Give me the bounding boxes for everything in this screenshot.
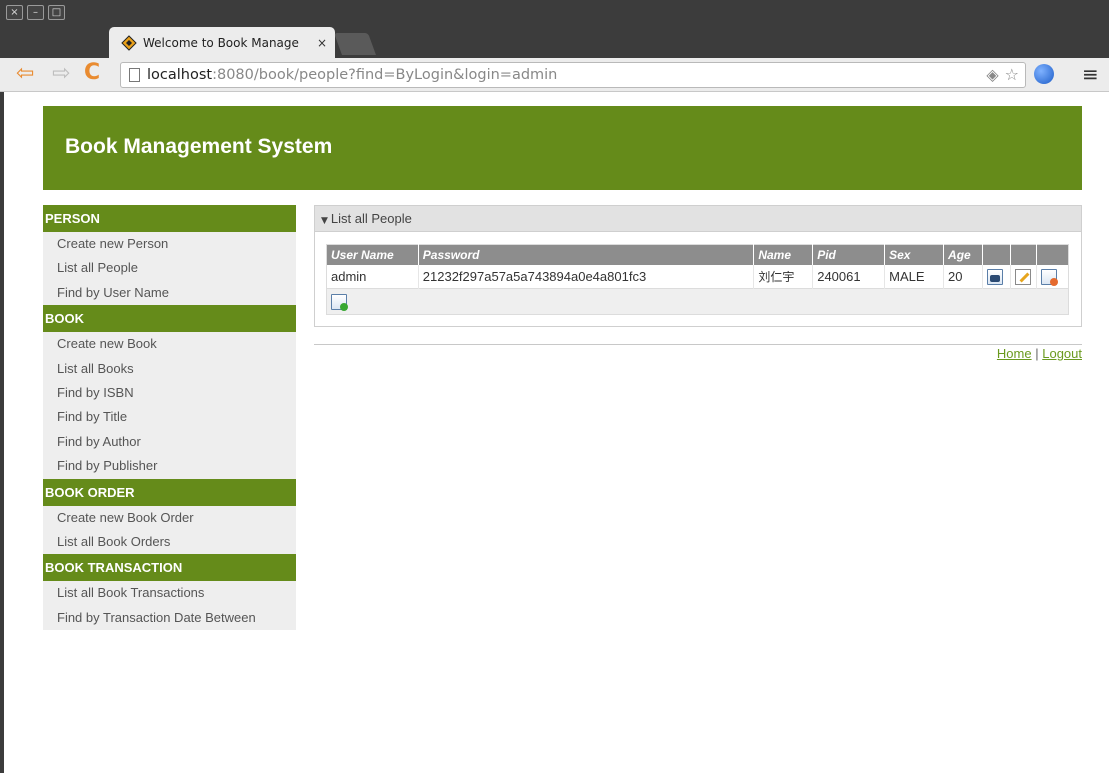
window-minimize-button[interactable]: – [27,5,44,20]
browser-tab[interactable]: Welcome to Book Manage × [109,27,335,58]
footer-links: Home | Logout [997,346,1082,361]
edit-person-icon[interactable] [1014,268,1031,285]
globe-icon[interactable] [1034,64,1054,84]
menu-item-create-book[interactable]: Create new Book [43,332,296,357]
column-header: Password [417,244,754,265]
cell-password: 21232f297a57a5a743894a0e4a801fc3 [417,264,754,289]
new-tab-button[interactable] [333,33,377,55]
menu-item-create-book-order[interactable]: Create new Book Order [43,505,296,530]
back-arrow-icon[interactable]: ⇦ [16,62,34,86]
sidebar-menu: PERSON Create new Person List all People… [43,205,296,631]
extension-icon[interactable]: ◈ [986,66,998,84]
column-header: Name [753,244,813,265]
cell-user-name: admin [331,268,367,284]
menu-item-list-people[interactable]: List all People [43,256,296,281]
menu-item-find-by-isbn[interactable]: Find by ISBN [43,380,296,406]
url-text: localhost:8080/book/people?find=ByLogin&… [147,67,557,83]
column-header: Pid [812,244,885,265]
show-person-icon[interactable] [987,268,1003,285]
table-row: admin 21232f297a57a5a743894a0e4a801fc3 刘… [327,264,1069,289]
menu-item-find-by-user-name[interactable]: Find by User Name [43,280,296,306]
collapse-triangle-icon[interactable]: ▼ [321,216,328,226]
add-person-icon[interactable] [331,293,348,311]
table-header-row: User Name Password Name Pid Sex Age [326,244,1069,265]
column-header: User Name [326,244,419,265]
logout-link[interactable]: Logout [1042,346,1082,361]
browser-menu-icon[interactable]: ≡ [1082,62,1099,86]
people-table-wrapper: User Name Password Name Pid Sex Age admi… [326,244,1069,315]
column-header-blank [1009,244,1037,265]
window-controls: × – □ [6,5,65,20]
cell-sex: MALE [884,264,944,289]
menu-item-list-book-transactions[interactable]: List all Book Transactions [43,581,296,606]
tab-close-icon[interactable]: × [317,36,327,50]
content-divider [314,344,1082,345]
browser-toolbar: ⇦ ⇨ C localhost:8080/book/people?find=By… [0,58,1109,92]
page-icon [129,68,140,82]
bookmark-star-icon[interactable]: ☆ [1005,66,1019,84]
menu-section-book-transaction: BOOK TRANSACTION [43,554,296,582]
tab-title: Welcome to Book Manage [143,35,299,50]
forward-arrow-icon[interactable]: ⇨ [52,62,70,86]
panel-header[interactable]: ▼ List all People [315,206,1081,232]
cell-delete-action [1035,264,1069,289]
menu-item-list-books[interactable]: List all Books [43,356,296,381]
people-list-panel: ▼ List all People User Name Password Name… [314,205,1082,327]
cell-name: 刘仁宇 [753,264,813,289]
window-maximize-button[interactable]: □ [48,5,65,20]
people-table: User Name Password Name Pid Sex Age admi… [326,244,1069,289]
menu-section-person: PERSON [43,205,296,232]
site-header: Book Management System [43,106,1082,190]
menu-item-list-book-orders[interactable]: List all Book Orders [43,529,296,555]
menu-section-book: BOOK [43,305,296,333]
reload-icon[interactable]: C [84,60,100,86]
menu-item-find-by-title[interactable]: Find by Title [43,405,296,430]
menu-item-find-by-publisher[interactable]: Find by Publisher [43,454,296,479]
cell-show-action [982,264,1011,289]
menu-item-create-person[interactable]: Create new Person [43,232,296,257]
footer-separator: | [1035,346,1039,361]
menu-item-find-by-transaction-date[interactable]: Find by Transaction Date Between [43,605,296,631]
url-path: :8080/book/people?find=ByLogin&login=adm… [212,67,558,83]
browser-titlebar: × – □ Welcome to Book Manage × [0,0,1109,60]
url-host: localhost [147,67,213,83]
site-title: Book Management System [65,135,333,158]
column-header: Sex [884,244,944,265]
column-header-blank [982,244,1011,265]
table-footer-actions [326,289,1069,315]
address-bar[interactable]: localhost:8080/book/people?find=ByLogin&… [120,62,1026,88]
delete-person-icon[interactable] [1040,268,1058,286]
cell-age: 20 [943,264,983,289]
column-header-blank [1035,244,1069,265]
window-close-button[interactable]: × [6,5,23,20]
menu-item-find-by-author[interactable]: Find by Author [43,429,296,455]
home-link[interactable]: Home [997,346,1032,361]
menu-section-book-order: BOOK ORDER [43,478,296,506]
address-bar-actions: ◈ ☆ [986,66,1019,84]
window-frame [0,92,4,773]
panel-title: List all People [330,211,412,226]
book-favicon-icon [121,34,137,51]
column-header: Age [943,244,983,265]
cell-edit-action [1009,264,1037,289]
cell-pid: 240061 [812,264,885,289]
